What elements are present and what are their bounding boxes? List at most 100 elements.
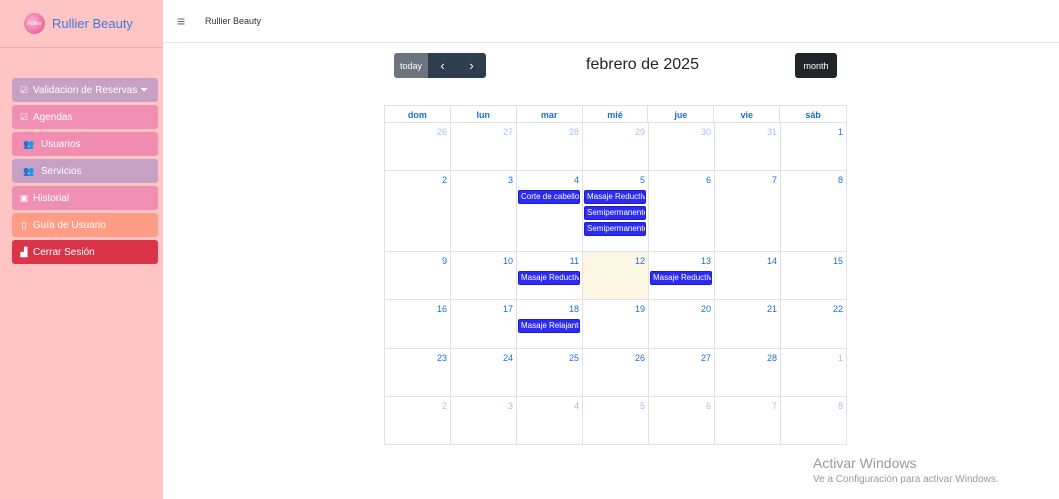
calendar-day[interactable]: 25 — [517, 349, 583, 396]
day-number-link[interactable]: 5 — [640, 175, 645, 185]
sidebar-item-guía[interactable]: ▯ Guía de Usuario — [12, 213, 158, 237]
day-number-link[interactable]: 2 — [442, 401, 447, 411]
next-month-button[interactable]: › — [457, 53, 486, 78]
day-number-link[interactable]: 4 — [574, 401, 579, 411]
prev-month-button[interactable]: ‹ — [428, 53, 457, 78]
day-number-link[interactable]: 15 — [833, 256, 843, 266]
sidebar-item-servicios[interactable]: 👥 Servicios — [12, 159, 158, 183]
calendar-day[interactable]: 10 — [451, 252, 517, 299]
calendar-day[interactable]: 8 — [781, 171, 847, 251]
calendar-day[interactable]: 17 — [451, 300, 517, 348]
day-number-link[interactable]: 3 — [508, 175, 513, 185]
day-number-link[interactable]: 27 — [701, 353, 711, 363]
day-number-link[interactable]: 9 — [442, 256, 447, 266]
day-number-link[interactable]: 27 — [503, 127, 513, 137]
day-number-link[interactable]: 3 — [508, 401, 513, 411]
calendar-event[interactable]: Masaje Reductivo — [584, 190, 646, 204]
calendar-day[interactable]: 15 — [781, 252, 847, 299]
calendar-day[interactable]: 27 — [451, 123, 517, 170]
day-number-link[interactable]: 28 — [569, 127, 579, 137]
calendar-day[interactable]: 31 — [715, 123, 781, 170]
calendar-day-today[interactable]: 12 — [583, 252, 649, 299]
day-number-link[interactable]: 20 — [701, 304, 711, 314]
calendar-day[interactable]: 8 — [781, 397, 847, 444]
calendar-day[interactable]: 7 — [715, 397, 781, 444]
calendar-event[interactable]: Semipermanente — [584, 222, 646, 236]
day-number-link[interactable]: 23 — [437, 353, 447, 363]
calendar-day[interactable]: 6 — [649, 171, 715, 251]
calendar-day[interactable]: 13 Masaje Reductivo — [649, 252, 715, 299]
calendar-day[interactable]: 4 Corte de cabello — [517, 171, 583, 251]
sidebar-item-validacion[interactable]: ☑ Validacion de Reservas ⏷ — [12, 78, 158, 102]
calendar-day[interactable]: 22 — [781, 300, 847, 348]
day-number-link[interactable]: 17 — [503, 304, 513, 314]
calendar-day[interactable]: 28 — [715, 349, 781, 396]
calendar-day[interactable]: 27 — [649, 349, 715, 396]
calendar-day[interactable]: 26 — [385, 123, 451, 170]
calendar-event[interactable]: Corte de cabello — [518, 190, 580, 204]
calendar-day[interactable]: 3 — [451, 397, 517, 444]
calendar-day[interactable]: 24 — [451, 349, 517, 396]
calendar-day[interactable]: 4 — [517, 397, 583, 444]
calendar-day[interactable]: 5 — [583, 397, 649, 444]
day-number-link[interactable]: 25 — [569, 353, 579, 363]
day-number-link[interactable]: 8 — [838, 401, 843, 411]
calendar-day[interactable]: 6 — [649, 397, 715, 444]
day-number-link[interactable]: 1 — [838, 127, 843, 137]
calendar-day[interactable]: 14 — [715, 252, 781, 299]
day-number-link[interactable]: 10 — [503, 256, 513, 266]
day-number-link[interactable]: 28 — [767, 353, 777, 363]
calendar-day[interactable]: 18 Masaje Relajante — [517, 300, 583, 348]
day-number-link[interactable]: 7 — [772, 401, 777, 411]
day-number-link[interactable]: 6 — [706, 401, 711, 411]
day-number-link[interactable]: 21 — [767, 304, 777, 314]
calendar-day[interactable]: 2 — [385, 171, 451, 251]
sidebar-item-agendas[interactable]: ☑ Agendas — [12, 105, 158, 129]
day-number-link[interactable]: 31 — [767, 127, 777, 137]
today-button[interactable]: today — [394, 53, 428, 78]
day-number-link[interactable]: 8 — [838, 175, 843, 185]
month-view-button[interactable]: month — [795, 53, 837, 78]
sidebar-item-cerrar[interactable]: ▟ Cerrar Sesión — [12, 240, 158, 264]
calendar-day[interactable]: 16 — [385, 300, 451, 348]
day-number-link[interactable]: 19 — [635, 304, 645, 314]
day-number-link[interactable]: 13 — [701, 256, 711, 266]
calendar-day[interactable]: 5 Masaje Reductivo Semipermanente Semiperma… — [583, 171, 649, 251]
day-number-link[interactable]: 6 — [706, 175, 711, 185]
calendar-day[interactable]: 29 — [583, 123, 649, 170]
calendar-event[interactable]: Semipermanente — [584, 206, 646, 220]
calendar-day[interactable]: 23 — [385, 349, 451, 396]
calendar-day[interactable]: 30 — [649, 123, 715, 170]
day-number-link[interactable]: 1 — [838, 353, 843, 363]
sidebar-item-historial[interactable]: ▣ Historial — [12, 186, 158, 210]
calendar-day[interactable]: 21 — [715, 300, 781, 348]
day-number-link[interactable]: 29 — [635, 127, 645, 137]
hamburger-icon[interactable]: ≡ — [177, 13, 191, 29]
calendar-day[interactable]: 11 Masaje Reductivo — [517, 252, 583, 299]
calendar-day[interactable]: 1 — [781, 123, 847, 170]
calendar-event[interactable]: Masaje Reductivo — [518, 271, 580, 285]
day-number-link[interactable]: 18 — [569, 304, 579, 314]
calendar-day[interactable]: 9 — [385, 252, 451, 299]
day-number-link[interactable]: 16 — [437, 304, 447, 314]
day-number-link[interactable]: 4 — [574, 175, 579, 185]
day-number-link[interactable]: 7 — [772, 175, 777, 185]
calendar-day[interactable]: 20 — [649, 300, 715, 348]
sidebar-item-usuarios[interactable]: 👥 Usuarios — [12, 132, 158, 156]
day-number-link[interactable]: 2 — [442, 175, 447, 185]
calendar-day[interactable]: 19 — [583, 300, 649, 348]
day-number-link[interactable]: 5 — [640, 401, 645, 411]
calendar-event[interactable]: Masaje Relajante — [518, 319, 580, 333]
calendar-event[interactable]: Masaje Reductivo — [650, 271, 712, 285]
calendar-day[interactable]: 2 — [385, 397, 451, 444]
day-number-link[interactable]: 22 — [833, 304, 843, 314]
day-number-link[interactable]: 11 — [570, 256, 579, 266]
day-number-link[interactable]: 26 — [635, 353, 645, 363]
calendar-day[interactable]: 28 — [517, 123, 583, 170]
day-number-link[interactable]: 30 — [701, 127, 711, 137]
day-number-link[interactable]: 12 — [635, 256, 645, 266]
calendar-day[interactable]: 7 — [715, 171, 781, 251]
calendar-day[interactable]: 3 — [451, 171, 517, 251]
calendar-day[interactable]: 1 — [781, 349, 847, 396]
brand-link[interactable]: Rullier Rullier Beauty — [0, 0, 163, 48]
